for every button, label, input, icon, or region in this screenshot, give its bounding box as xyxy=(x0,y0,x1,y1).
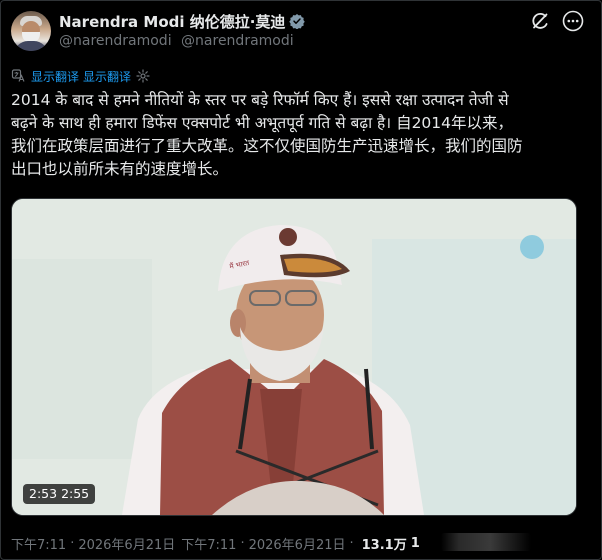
verified-badge-icon[interactable] xyxy=(289,13,306,30)
video-player[interactable]: मैं भारत xyxy=(11,198,577,516)
avatar[interactable] xyxy=(11,11,51,51)
author-handle-row: @narendramodi @narendramodi xyxy=(59,33,299,49)
video-timestamp: 2:53 2:55 xyxy=(23,484,96,504)
video-frame: मैं भारत xyxy=(12,199,576,515)
translate-row: 显示翻译 显示翻译 xyxy=(11,67,150,85)
video-duration: 2:55 xyxy=(61,486,90,501)
post-text: 2014 के बाद से हमने नीतियों के स्तर पर ब… xyxy=(11,91,523,178)
more-icon[interactable] xyxy=(562,10,584,32)
author-display-name[interactable]: Narendra Modi 纳伦德拉·莫迪 xyxy=(59,11,285,32)
grok-icon[interactable] xyxy=(530,11,550,31)
post-card: Narendra Modi 纳伦德拉·莫迪 @narendramodi @nar… xyxy=(0,0,602,560)
video-elapsed: 2:53 xyxy=(29,486,58,501)
meta-separator-views: · xyxy=(349,536,354,551)
author-handle[interactable]: @narendramodi xyxy=(59,33,172,49)
translate-icon xyxy=(11,68,27,84)
show-translation-link-duplicate[interactable]: 显示翻译 xyxy=(83,68,131,85)
overlay-artifact xyxy=(441,533,531,551)
post-meta: 下午7:11 · 2026年6月21日 下午7:11 · 2026年6月21日 · 13.… xyxy=(11,534,420,553)
view-count[interactable]: 13.1万 xyxy=(362,534,407,553)
author-name-row: Narendra Modi 纳伦德拉·莫迪 xyxy=(59,11,306,32)
post-time[interactable]: 下午7:11 xyxy=(11,534,66,553)
view-count-duplicate[interactable]: 1 xyxy=(411,536,420,551)
show-translation-link[interactable]: 显示翻译 xyxy=(31,68,79,85)
meta-separator: · xyxy=(70,536,75,551)
settings-icon[interactable] xyxy=(136,69,150,83)
meta-separator-duplicate: · xyxy=(240,536,245,551)
post-time-duplicate[interactable]: 下午7:11 xyxy=(181,534,236,553)
post-date[interactable]: 2026年6月21日 xyxy=(78,534,175,553)
author-handle-duplicate[interactable]: @narendramodi xyxy=(181,33,294,49)
post-date-duplicate[interactable]: 2026年6月21日 xyxy=(249,534,346,553)
